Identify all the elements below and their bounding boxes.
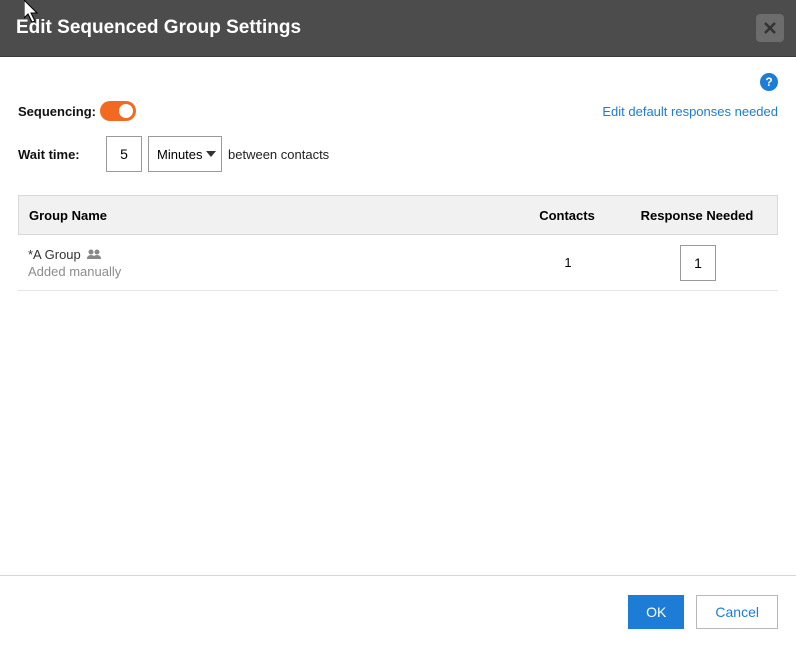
wait-time-input[interactable] [106,136,142,172]
edit-defaults-link[interactable]: Edit default responses needed [602,104,778,119]
close-icon [764,22,776,34]
cancel-button[interactable]: Cancel [696,595,778,629]
sequencing-label: Sequencing: [18,104,100,119]
wait-unit-select[interactable]: Minutes [148,136,222,172]
response-needed-input[interactable] [680,245,716,281]
group-subtext: Added manually [28,264,508,279]
table-header: Group Name Contacts Response Needed [18,195,778,235]
col-header-name: Group Name [29,208,507,223]
wait-time-label: Wait time: [18,147,100,162]
ok-button[interactable]: OK [628,595,684,629]
help-icon[interactable]: ? [760,73,778,91]
table-row: *A Group Added manually 1 [18,235,778,291]
group-icon [86,248,102,260]
dialog-title: Edit Sequenced Group Settings [16,17,301,39]
between-text: between contacts [228,147,329,162]
close-button[interactable] [756,14,784,42]
contacts-value: 1 [508,255,628,270]
sequencing-toggle[interactable] [100,101,136,121]
col-header-contacts: Contacts [507,208,627,223]
col-header-response: Response Needed [627,208,767,223]
group-name: *A Group [28,247,81,262]
